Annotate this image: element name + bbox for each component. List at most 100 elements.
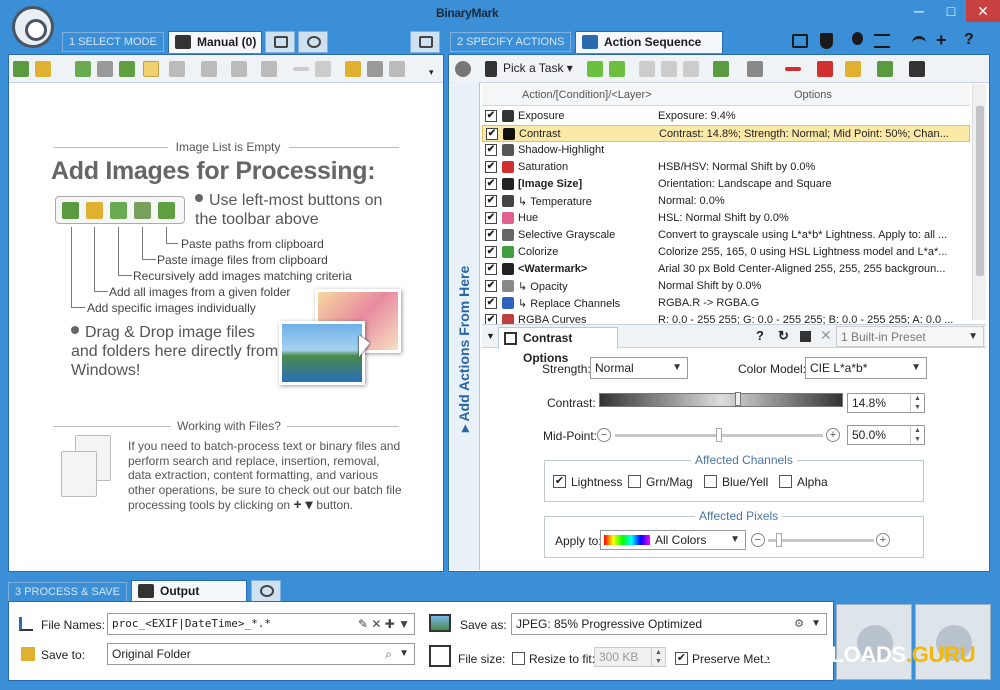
strength-dropdown[interactable]: Normal ▼ (590, 357, 688, 379)
table-row[interactable]: ✔ Contrast Contrast: 14.8%; Strength: Norm… (482, 125, 970, 142)
reset-icon[interactable]: ↻ (778, 328, 789, 344)
action-options: RGBA.R -> RGBA.G (658, 297, 760, 309)
range-increase-button[interactable]: + (876, 533, 890, 547)
strength-label: Strength: (542, 362, 591, 376)
downloads-guru-watermark: DOWNLOADS.GURU (762, 642, 976, 668)
color-model-value: CIE L*a*b* (810, 361, 868, 375)
row-checkbox[interactable]: ✔ (485, 314, 497, 324)
row-checkbox[interactable]: ✔ (486, 128, 498, 140)
midpoint-value: 50.0% (852, 428, 887, 442)
action-list-scrollbar[interactable] (972, 84, 986, 320)
action-icon (502, 297, 514, 309)
contrast-options-tab[interactable]: Contrast Options (498, 327, 618, 365)
action-icon (502, 144, 514, 156)
contrast-spinner[interactable]: ▲ ▼ (910, 394, 924, 412)
spectrum-icon (604, 535, 650, 545)
channel-checkbox[interactable] (779, 475, 792, 488)
preserve-metadata-checkbox[interactable]: ✔ (675, 652, 688, 665)
strength-value: Normal (595, 361, 634, 375)
chevron-down-icon: ▼ (730, 534, 740, 545)
table-row[interactable]: ✔ Saturation HSB/HSV: Normal Shift by 0.0% (482, 159, 970, 176)
save-icon (138, 584, 154, 598)
row-checkbox[interactable]: ✔ (485, 144, 497, 156)
file-names-input[interactable]: proc_<EXIF|DateTime>_*.* ✎ ✕ ✚ ▼ (107, 613, 415, 635)
file-names-tools[interactable]: ✎ ✕ ✚ ▼ (358, 614, 410, 634)
contrast-value-field[interactable]: 14.8% ▲ ▼ (847, 393, 925, 413)
save-as-dropdown[interactable]: JPEG: 85% Progressive Optimized ⚙ ▼ (511, 613, 827, 635)
table-row[interactable]: ✔ Exposure Exposure: 9.4% (482, 108, 970, 125)
delete-preset-icon[interactable]: ✕ (820, 327, 832, 344)
row-checkbox[interactable]: ✔ (485, 195, 497, 207)
preset-dropdown[interactable]: 1 Built-in Preset ▼ (836, 326, 984, 347)
format-settings-icon[interactable]: ⚙ (794, 614, 804, 634)
channel-checkbox[interactable]: ✔ (553, 475, 566, 488)
range-decrease-button[interactable]: − (751, 533, 765, 547)
drag-drop-hint-text: Drag & Drop image files and folders here… (71, 324, 279, 379)
table-row[interactable]: ✔ Hue HSL: Normal Shift by 0.0% (482, 210, 970, 227)
range-slider-thumb[interactable] (776, 533, 782, 547)
apply-to-dropdown[interactable]: All Colors ▼ (600, 530, 746, 550)
resize-to-fit-label: Resize to fit: (529, 652, 596, 666)
resize-to-fit-checkbox[interactable] (512, 652, 525, 665)
action-name: Exposure (518, 110, 565, 122)
table-row[interactable]: ✔ Selective Grayscale Convert to grayscale… (482, 227, 970, 244)
row-checkbox[interactable]: ✔ (485, 280, 497, 292)
action-name: Shadow-Highlight (518, 144, 605, 156)
channel-label: Grn/Mag (646, 475, 693, 489)
table-row[interactable]: ✔ ↳ Opacity Normal Shift by 0.0% (482, 278, 970, 295)
midpoint-slider[interactable] (615, 428, 823, 442)
midpoint-spinner[interactable]: ▲ ▼ (910, 426, 924, 444)
table-row[interactable]: ✔ Colorize Colorize 255, 165, 0 using HSL … (482, 244, 970, 261)
files-icon-front (61, 451, 97, 497)
midpoint-decrease-button[interactable]: − (597, 428, 611, 442)
row-checkbox[interactable]: ✔ (485, 161, 497, 173)
contrast-slider-thumb[interactable] (735, 392, 741, 406)
action-name: ↳ Replace Channels (518, 298, 621, 310)
row-checkbox[interactable]: ✔ (485, 297, 497, 309)
table-row[interactable]: ✔ RGBA Curves R: 0.0 - 255 255; G: 0.0 - 2… (482, 312, 970, 324)
action-name: Selective Grayscale (518, 229, 616, 241)
row-checkbox[interactable]: ✔ (485, 246, 497, 258)
table-row[interactable]: ✔ ↳ Replace Channels RGBA.R -> RGBA.G (482, 295, 970, 312)
save-to-input[interactable]: Original Folder ⌕ ▼ (107, 643, 415, 665)
contrast-options-label: Contrast Options (523, 331, 573, 365)
browse-folder-icon[interactable]: ⌕ (385, 644, 392, 664)
row-checkbox[interactable]: ✔ (485, 212, 497, 224)
row-checkbox[interactable]: ✔ (485, 178, 497, 190)
save-preset-icon[interactable] (800, 331, 811, 342)
tab-processing-settings[interactable] (251, 580, 281, 602)
collapse-options-icon[interactable]: ▼ (486, 331, 495, 341)
resize-spinner[interactable]: ▲ ▼ (651, 648, 665, 666)
working-paragraph: If you need to batch-process text or bin… (128, 439, 403, 513)
action-icon (502, 280, 514, 292)
row-checkbox[interactable]: ✔ (485, 110, 497, 122)
image-format-icon (429, 614, 451, 632)
action-name: RGBA Curves (518, 314, 587, 324)
bullet-dot (71, 326, 79, 334)
channel-checkbox[interactable] (704, 475, 717, 488)
resize-size-input[interactable]: 300 KB ▲ ▼ (594, 647, 666, 667)
midpoint-value-field[interactable]: 50.0% ▲ ▼ (847, 425, 925, 445)
tab-output-settings[interactable]: Output Settings (131, 580, 247, 618)
action-icon (502, 212, 514, 224)
save-to-label: Save to: (41, 648, 86, 662)
midpoint-increase-button[interactable]: + (826, 428, 840, 442)
step3-label: 3 PROCESS & SAVE (8, 582, 127, 602)
file-names-value: proc_<EXIF|DateTime>_*.* (112, 617, 271, 630)
table-row[interactable]: ✔ ↳ Temperature Normal: 0.0% (482, 193, 970, 210)
help-icon[interactable]: ? (756, 328, 764, 343)
table-row[interactable]: ✔ Shadow-Highlight (482, 142, 970, 159)
contrast-slider[interactable] (599, 392, 843, 407)
color-model-dropdown[interactable]: CIE L*a*b* ▼ (805, 357, 927, 379)
row-checkbox[interactable]: ✔ (485, 263, 497, 275)
action-icon (502, 229, 514, 241)
text-tools-plus-icon[interactable]: + ▾ (293, 496, 316, 512)
table-row[interactable]: ✔ [Image Size] Orientation: Landscape and … (482, 176, 970, 193)
channel-checkbox[interactable] (628, 475, 641, 488)
action-options: Normal: 0.0% (658, 195, 725, 207)
table-row[interactable]: ✔ <Watermark> Arial 30 px Bold Center-Alig… (482, 261, 970, 278)
midpoint-slider-thumb[interactable] (716, 428, 722, 442)
row-checkbox[interactable]: ✔ (485, 229, 497, 241)
range-slider[interactable] (768, 533, 874, 547)
action-name: ↳ Temperature (518, 196, 592, 208)
